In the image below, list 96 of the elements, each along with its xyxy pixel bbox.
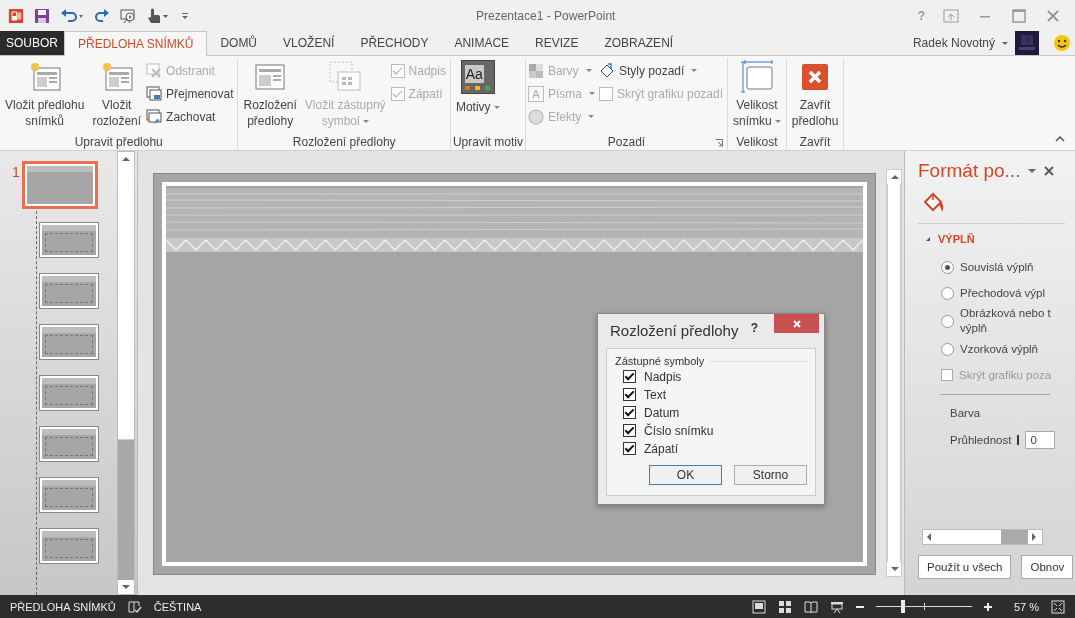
ribbon-tab[interactable]: ANIMACE bbox=[441, 31, 523, 55]
slide-thumbnail[interactable] bbox=[40, 376, 98, 410]
color-swatch-icon bbox=[527, 62, 544, 79]
touch-mode-icon[interactable] bbox=[146, 7, 170, 24]
rename-icon bbox=[146, 85, 163, 102]
input-field[interactable]: 0 bbox=[1025, 431, 1056, 449]
language-status[interactable]: ČEŠTINA bbox=[153, 600, 202, 613]
ribbon-tab[interactable]: PŘEDLOHA SNÍMKŮ bbox=[64, 31, 208, 56]
checkbox[interactable]: Zápatí bbox=[623, 440, 679, 457]
group-label: Upravit předlohu bbox=[74, 134, 163, 149]
group-label: Velikost bbox=[736, 134, 778, 149]
slide-thumbnail[interactable] bbox=[40, 223, 98, 257]
ribbon-button[interactable]: Vložit předlohu snímků bbox=[2, 60, 88, 129]
group-label: Zástupné symboly bbox=[615, 355, 705, 367]
ribbon-button[interactable]: Rozložení předlohy bbox=[240, 60, 300, 129]
field-label: Průhlednost bbox=[950, 434, 1012, 446]
checkbox[interactable]: Nadpis bbox=[623, 368, 682, 385]
ribbon-button[interactable]: Styly pozadí bbox=[598, 60, 725, 81]
dialog-button[interactable]: OK bbox=[649, 465, 722, 485]
powerpoint-logo-icon bbox=[8, 7, 24, 24]
close-button[interactable] bbox=[774, 314, 819, 333]
slide-thumbnail[interactable] bbox=[40, 529, 98, 563]
close-icon[interactable] bbox=[1044, 166, 1055, 176]
caret-icon[interactable] bbox=[1028, 167, 1037, 175]
group-label: Pozadí bbox=[607, 134, 646, 149]
ribbon-tab[interactable]: SOUBOR bbox=[0, 31, 64, 55]
ribbon-tab[interactable]: DOMŮ bbox=[207, 31, 271, 55]
pin-icon bbox=[146, 108, 163, 125]
fit-to-window-icon[interactable] bbox=[1051, 599, 1065, 614]
radio-button[interactable]: Obrázková nebo t výplň bbox=[918, 306, 1075, 336]
scrollbar[interactable] bbox=[922, 529, 1043, 545]
maximize-icon[interactable] bbox=[1011, 7, 1027, 24]
customize-toolbar-icon[interactable] bbox=[180, 10, 190, 21]
redo-icon[interactable] bbox=[94, 7, 110, 24]
undo-icon[interactable] bbox=[60, 7, 84, 24]
ribbon-tab[interactable]: PŘECHODY bbox=[347, 31, 442, 55]
checkbox[interactable]: Číslo snímku bbox=[623, 422, 714, 439]
section-header[interactable]: VÝPLŇ bbox=[918, 224, 1075, 254]
zoom-level[interactable]: 57 % bbox=[1013, 600, 1039, 613]
checkbox[interactable]: Text bbox=[623, 386, 666, 403]
radio-button[interactable]: Souvislá výplň bbox=[918, 254, 1075, 280]
font-icon: A bbox=[527, 85, 544, 102]
ribbon-button[interactable]: Zavřít předlohu bbox=[788, 60, 842, 129]
delete-icon bbox=[146, 62, 163, 79]
zoom-in-icon[interactable] bbox=[983, 602, 992, 611]
zoom-slider-handle[interactable] bbox=[900, 600, 905, 613]
ribbon-button[interactable]: Vložit rozložení bbox=[89, 60, 145, 129]
user-name[interactable]: Radek Novotný bbox=[906, 31, 1001, 55]
pane-button[interactable]: Obnov bbox=[1021, 555, 1074, 579]
ribbon-button[interactable]: Velikost snímku bbox=[730, 60, 784, 129]
normal-view-icon[interactable] bbox=[751, 599, 766, 614]
checkbox[interactable]: Datum bbox=[623, 404, 680, 421]
circle-icon bbox=[527, 108, 544, 125]
slider-handle[interactable] bbox=[1017, 435, 1020, 445]
paint-bucket-icon bbox=[598, 62, 615, 79]
ribbon-tab[interactable]: REVIZE bbox=[522, 31, 592, 55]
dialog-button[interactable]: Storno bbox=[734, 465, 807, 485]
slide-thumbnail[interactable] bbox=[40, 274, 98, 308]
slideshow-icon[interactable] bbox=[120, 7, 136, 24]
slide-number: 1 bbox=[12, 164, 21, 180]
close-icon bbox=[791, 318, 802, 329]
slide-size-icon bbox=[739, 60, 774, 94]
ribbon-tab[interactable]: ZOBRAZENÍ bbox=[591, 31, 687, 55]
slide-thumbnail[interactable] bbox=[40, 478, 98, 512]
placeholder-icon bbox=[328, 60, 363, 94]
slide-sorter-icon[interactable] bbox=[777, 599, 792, 614]
radio-button[interactable]: Přechodová výpl bbox=[918, 280, 1075, 306]
slide-thumbnail[interactable] bbox=[40, 325, 98, 359]
slide-thumbnail[interactable] bbox=[40, 427, 98, 461]
ribbon-button[interactable]: Zachovat bbox=[146, 106, 236, 127]
collapse-ribbon-icon[interactable] bbox=[1055, 136, 1065, 142]
group-label: Upravit motiv bbox=[452, 134, 523, 149]
scrollbar[interactable] bbox=[886, 169, 902, 577]
presentation-icon[interactable] bbox=[829, 599, 844, 614]
group-label: Zavřít bbox=[799, 134, 831, 149]
caret-icon[interactable] bbox=[1001, 39, 1009, 47]
dialog-title: Rozložení předlohy bbox=[609, 320, 740, 339]
radio-button[interactable]: Vzorková výplň bbox=[918, 336, 1075, 362]
reading-view-icon[interactable] bbox=[803, 599, 818, 614]
smiley-icon[interactable] bbox=[1053, 34, 1071, 52]
spelling-icon[interactable] bbox=[127, 599, 142, 614]
field-label: Barva bbox=[949, 407, 982, 419]
save-icon[interactable] bbox=[34, 7, 50, 24]
pane-button[interactable]: Použít u všech bbox=[918, 555, 1012, 579]
dialog-launcher-icon[interactable] bbox=[715, 139, 723, 147]
window-title: Prezentace1 - PowerPoint bbox=[475, 8, 617, 23]
ribbon-tab[interactable]: VLOŽENÍ bbox=[270, 31, 348, 55]
ribbon-button[interactable]: Přejmenovat bbox=[146, 83, 236, 104]
pane-title: Formát po... bbox=[918, 160, 1021, 182]
group-label: Rozložení předlohy bbox=[292, 134, 396, 149]
help-button[interactable]: ? bbox=[750, 321, 758, 335]
slide-thumbnail[interactable] bbox=[25, 164, 95, 206]
scrollbar[interactable] bbox=[117, 151, 135, 595]
themes-icon: Aa bbox=[460, 60, 495, 94]
ribbon-button[interactable]: Aa Motivy bbox=[452, 60, 503, 115]
status-text: PŘEDLOHA SNÍMKŮ bbox=[10, 600, 116, 613]
